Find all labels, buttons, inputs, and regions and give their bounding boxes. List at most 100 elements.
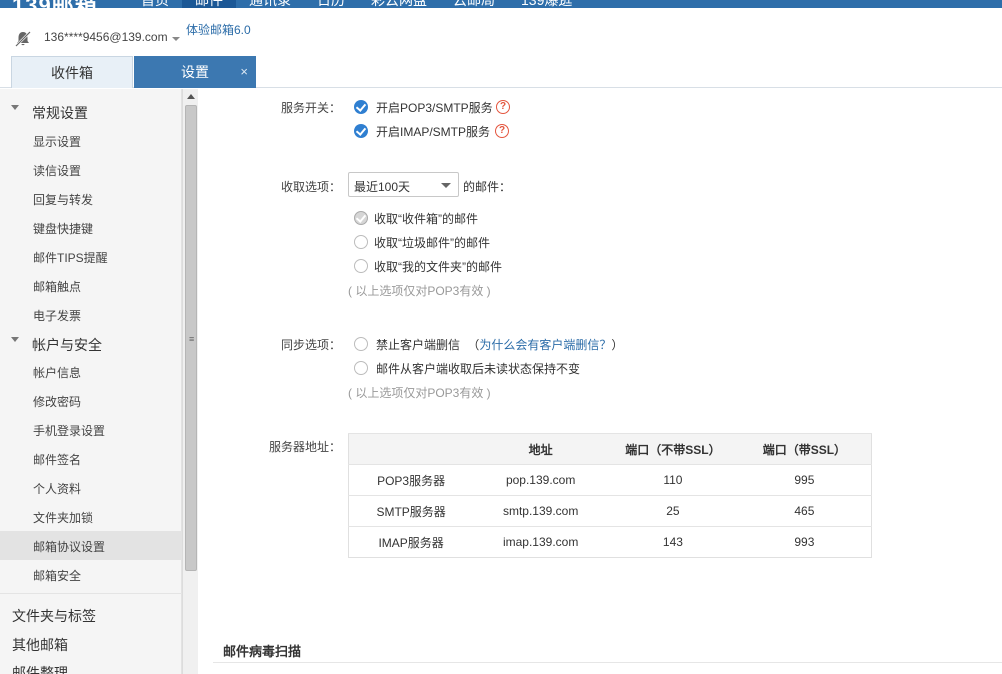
sidebar-group-general[interactable]: 常规设置: [32, 103, 88, 123]
virus-scan-title: 邮件病毒扫描: [223, 644, 302, 659]
collapse-arrow-icon[interactable]: [11, 105, 19, 110]
receive-range-select[interactable]: 最近100天: [348, 172, 459, 197]
table-header: [348, 433, 474, 465]
why-client-delete-link[interactable]: 为什么会有客户端删信？: [479, 338, 611, 352]
table-cell: 993: [737, 526, 872, 558]
receive-spam-label[interactable]: 收取“垃圾邮件”的邮件: [374, 234, 490, 251]
paren-close: ）: [611, 338, 624, 352]
table-cell: 465: [737, 495, 872, 527]
nav-cloud-drive[interactable]: 彩云网盘: [358, 0, 440, 8]
imap-label[interactable]: 开启IMAP/SMTP服务: [376, 123, 490, 140]
sidebar-item-tips[interactable]: 邮件TIPS提醒: [33, 249, 108, 266]
sync-forbid-delete-text: 禁止客户端删信: [376, 338, 461, 352]
tab-inbox[interactable]: 收件箱: [11, 56, 133, 88]
table-cell: 110: [608, 464, 738, 496]
nav-home[interactable]: 首页: [128, 0, 182, 8]
sidebar-item-signature[interactable]: 邮件签名: [33, 451, 81, 468]
chevron-down-icon[interactable]: [172, 37, 180, 41]
collapse-arrow-icon[interactable]: [11, 337, 19, 342]
nav-139[interactable]: 139爆逛: [508, 0, 585, 8]
sidebar-item-phone-login[interactable]: 手机登录设置: [33, 422, 105, 439]
sidebar-item-invoice[interactable]: 电子发票: [33, 307, 81, 324]
receive-myfolders-label[interactable]: 收取“我的文件夹”的邮件: [374, 258, 502, 275]
experience-link[interactable]: 体验邮箱6.0: [186, 21, 251, 38]
receive-myfolders-checkbox[interactable]: [354, 259, 368, 273]
table-row: POP3服务器 pop.139.com 110 995: [348, 464, 872, 496]
sync-forbid-delete-label[interactable]: 禁止客户端删信 （为什么会有客户端删信？）: [376, 336, 623, 353]
sync-keep-unread-label[interactable]: 邮件从客户端收取后未读状态保持不变: [376, 360, 580, 377]
close-icon[interactable]: ×: [240, 56, 248, 88]
sidebar-item-other-mailbox[interactable]: 其他邮箱: [12, 635, 68, 655]
table-row: IMAP服务器 imap.139.com 143 993: [348, 526, 872, 558]
sidebar-item-reply-forward[interactable]: 回复与转发: [33, 191, 93, 208]
sidebar-scrollbar[interactable]: ≡: [182, 89, 198, 674]
receive-spam-checkbox[interactable]: [354, 235, 368, 249]
server-address-table: 地址 端口（不带SSL） 端口（带SSL） POP3服务器 pop.139.co…: [348, 433, 872, 558]
imap-checkbox[interactable]: [354, 124, 368, 138]
tab-settings[interactable]: 设置 ×: [134, 56, 256, 88]
table-cell: imap.139.com: [473, 526, 609, 558]
help-icon[interactable]: ?: [495, 124, 509, 138]
app-logo[interactable]: 139邮箱: [12, 0, 98, 8]
help-icon[interactable]: ?: [496, 100, 510, 114]
sync-forbid-delete-checkbox[interactable]: [354, 337, 368, 351]
sidebar-item-reading[interactable]: 读信设置: [33, 162, 81, 179]
sidebar-item-display[interactable]: 显示设置: [33, 133, 81, 150]
table-cell: 143: [608, 526, 738, 558]
receive-note: ( 以上选项仅对POP3有效 ): [348, 284, 491, 298]
nav-calendar[interactable]: 日历: [304, 0, 358, 8]
receive-suffix: 的邮件：: [463, 180, 512, 194]
sidebar-item-shortcuts[interactable]: 键盘快捷键: [33, 220, 93, 237]
sidebar-item-password[interactable]: 修改密码: [33, 393, 81, 410]
sidebar-item-profile[interactable]: 个人资料: [33, 480, 81, 497]
sync-note: ( 以上选项仅对POP3有效 ): [348, 386, 491, 400]
settings-sidebar: 常规设置 显示设置 读信设置 回复与转发 键盘快捷键 邮件TIPS提醒 邮箱触点…: [0, 89, 182, 674]
sidebar-item-mail-organize[interactable]: 邮件整理: [12, 663, 68, 674]
pop3-checkbox[interactable]: [354, 100, 368, 114]
nav-contacts[interactable]: 通讯录: [236, 0, 304, 8]
virus-scan-section: 邮件病毒扫描: [213, 629, 1002, 663]
table-cell: smtp.139.com: [473, 495, 609, 527]
table-header: 地址: [473, 433, 609, 465]
top-nav-bar: 139邮箱 首页 邮件 通讯录 日历 彩云网盘 云邮局 139爆逛: [0, 0, 1002, 8]
scroll-up-arrow-icon[interactable]: [187, 94, 195, 99]
sidebar-item-folder-lock[interactable]: 文件夹加锁: [33, 509, 93, 526]
chevron-down-icon: [441, 183, 451, 188]
nav-mail[interactable]: 邮件: [182, 0, 236, 8]
sidebar-item-security[interactable]: 邮箱安全: [33, 567, 81, 584]
receive-range-value: 最近100天: [354, 180, 411, 194]
tab-settings-label: 设置: [181, 64, 209, 80]
account-bar: 136****9456@139.com 体验邮箱6.0: [0, 8, 1002, 56]
sidebar-item-account-info[interactable]: 帐户信息: [33, 364, 81, 381]
service-switch-label: 服务开关：: [280, 101, 341, 115]
bell-muted-icon[interactable]: [14, 30, 32, 48]
sidebar-divider: [0, 593, 182, 594]
receive-inbox-checkbox[interactable]: [354, 211, 368, 225]
sidebar-item-touchpoint[interactable]: 邮箱触点: [33, 278, 81, 295]
top-nav: 首页 邮件 通讯录 日历 彩云网盘 云邮局 139爆逛: [128, 0, 585, 8]
receive-inbox-label[interactable]: 收取“收件箱”的邮件: [374, 210, 478, 227]
table-header-row: 地址 端口（不带SSL） 端口（带SSL）: [348, 433, 872, 465]
nav-cloud-post[interactable]: 云邮局: [440, 0, 508, 8]
table-row: SMTP服务器 smtp.139.com 25 465: [348, 495, 872, 527]
pop3-label[interactable]: 开启POP3/SMTP服务: [376, 99, 493, 116]
table-cell: IMAP服务器: [348, 526, 474, 558]
scroll-thumb[interactable]: ≡: [185, 105, 197, 571]
sidebar-item-protocol[interactable]: 邮箱协议设置: [33, 538, 105, 555]
account-email[interactable]: 136****9456@139.com: [44, 30, 168, 44]
table-cell: POP3服务器: [348, 464, 474, 496]
tab-bar: 收件箱 设置 ×: [0, 56, 1002, 88]
table-cell: 25: [608, 495, 738, 527]
protocol-settings-panel: 服务开关： 开启POP3/SMTP服务 ? 开启IMAP/SMTP服务 ? 收取…: [199, 89, 1002, 674]
table-cell: 995: [737, 464, 872, 496]
sidebar-group-account[interactable]: 帐户与安全: [32, 335, 102, 355]
table-cell: pop.139.com: [473, 464, 609, 496]
sidebar-item-folders-tags[interactable]: 文件夹与标签: [12, 606, 96, 626]
table-cell: SMTP服务器: [348, 495, 474, 527]
paren-open: （: [467, 338, 480, 352]
server-address-label: 服务器地址：: [268, 440, 341, 454]
table-header: 端口（不带SSL）: [608, 433, 738, 465]
table-header: 端口（带SSL）: [737, 433, 872, 465]
receive-options-label: 收取选项：: [280, 180, 341, 194]
sync-keep-unread-checkbox[interactable]: [354, 361, 368, 375]
